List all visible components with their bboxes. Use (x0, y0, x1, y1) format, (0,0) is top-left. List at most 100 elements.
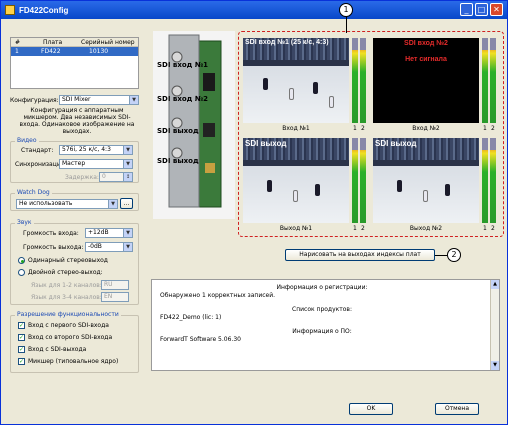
sound-group-title: Звук (15, 219, 34, 226)
chevron-down-icon[interactable]: ▼ (123, 160, 132, 168)
maximize-button[interactable]: □ (475, 3, 488, 16)
input-volume-label: Громкость входа: (23, 230, 79, 237)
level-meter (360, 138, 366, 223)
row-board: FD422 (41, 48, 61, 55)
input-volume-value: +12dB (88, 229, 109, 236)
meter-label-1: 1 (353, 125, 357, 132)
lang34-field[interactable]: EN (101, 292, 129, 302)
watchdog-group-title: Watch Dog (15, 189, 52, 196)
boards-table[interactable]: # Плата Серийный номер 1 FD422 10130 (10, 37, 139, 89)
output-volume-label: Громкость выхода: (23, 244, 84, 251)
registration-info[interactable]: Информация о регистрации: Обнаружено 1 к… (151, 279, 500, 371)
feature-checkbox[interactable]: ✓ (18, 346, 25, 353)
callout-1-leader (346, 17, 347, 33)
standard-label: Стандарт: (21, 147, 54, 154)
feature-checkbox[interactable]: ✓ (18, 334, 25, 341)
features-group-title: Разрешение функциональности (15, 311, 121, 318)
scrollbar[interactable]: ▲ ▼ (490, 280, 499, 370)
board-label-out1: SDI выход (157, 127, 199, 135)
meter-label-2: 2 (491, 225, 495, 232)
col-board[interactable]: Плата (43, 39, 62, 46)
feature-checkbox[interactable]: ✓ (18, 358, 25, 365)
callout-2: 2 (447, 248, 461, 262)
double-stereo-label[interactable]: Двойной стерео-выход: (28, 269, 103, 276)
preview-overlay-in1: SDI вход №1 (25 к/с, 4:3) (245, 39, 329, 46)
delay-spinner[interactable]: 0 ↕ (99, 172, 133, 182)
output-volume-select[interactable]: -0dB ▼ (85, 242, 133, 252)
input-volume-select[interactable]: +12dB ▼ (85, 228, 133, 238)
reg-line5: Информация о ПО: (292, 328, 352, 335)
watchdog-select[interactable]: Не использовать ▼ (16, 199, 118, 209)
close-button[interactable]: ✕ (490, 3, 503, 16)
preview-overlay-out2: SDI выход (375, 139, 417, 148)
lang34-label: Язык для 3-4 каналов: (31, 294, 102, 301)
level-meter (482, 138, 488, 223)
reg-line1: Информация о регистрации: (276, 284, 368, 291)
preview-caption: Вход №1 (282, 125, 310, 132)
row-num: 1 (15, 48, 19, 55)
watchdog-more-button[interactable]: ... (120, 198, 133, 209)
output-volume-value: -0dB (88, 243, 102, 250)
chevron-down-icon[interactable]: ▼ (123, 146, 132, 154)
meter-label-2: 2 (361, 225, 365, 232)
draw-index-button[interactable]: Нарисовать на выходах индексы плат (285, 249, 435, 261)
spinner-arrows-icon[interactable]: ↕ (123, 173, 132, 181)
standard-select[interactable]: 576i, 25 к/с, 4:3 ▼ (59, 145, 133, 155)
board-illustration (168, 34, 222, 208)
lang12-field[interactable]: RU (101, 280, 129, 290)
preview-caption: Вход №2 (412, 125, 440, 132)
video-group-title: Видео (15, 137, 39, 144)
meter-label-1: 1 (483, 125, 487, 132)
preview-overlay-out1: SDI выход (245, 139, 287, 148)
feature-label[interactable]: Вход с первого SDI-входа (28, 322, 109, 329)
board-label-in1: SDI вход №1 (157, 61, 209, 69)
reg-line6: ForwardT Software 5.06.30 (160, 336, 241, 343)
config-select[interactable]: SDI Mixer ▼ (59, 95, 139, 105)
level-meter (352, 38, 358, 123)
chevron-down-icon[interactable]: ▼ (123, 229, 132, 237)
col-serial[interactable]: Серийный номер (81, 39, 135, 46)
col-num[interactable]: # (15, 39, 20, 46)
preview-output2: SDI выход (373, 138, 479, 223)
sync-select[interactable]: Мастер ▼ (59, 159, 133, 169)
chevron-down-icon[interactable]: ▼ (123, 243, 132, 251)
chevron-down-icon[interactable]: ▼ (108, 200, 117, 208)
minimize-button[interactable]: _ (460, 3, 473, 16)
level-meter (482, 38, 488, 123)
meter-label-1: 1 (483, 225, 487, 232)
scroll-down-icon[interactable]: ▼ (491, 361, 499, 370)
ok-button[interactable]: OK (349, 403, 393, 415)
feature-label[interactable]: Микшер (типовальное ядро) (28, 358, 118, 365)
config-description: Конфигурация с аппаратным микшером. Два … (19, 107, 135, 135)
reg-line2: Обнаружено 1 корректных записей. (160, 292, 276, 299)
row-serial: 10130 (89, 48, 109, 55)
preview-caption: Выход №1 (279, 225, 313, 232)
single-stereo-label[interactable]: Одинарный стереовыход (28, 257, 108, 264)
app-icon (5, 5, 15, 15)
double-stereo-radio[interactable] (18, 269, 25, 276)
preview-overlay-in2: SDI вход №2 (404, 40, 448, 47)
meter-label-2: 2 (491, 125, 495, 132)
feature-label[interactable]: Вход со второго SDI-входа (28, 334, 112, 341)
cancel-button[interactable]: Отмена (435, 403, 479, 415)
watchdog-select-value: Не использовать (19, 200, 73, 207)
table-row[interactable]: 1 FD422 10130 (11, 47, 138, 56)
feature-checkbox[interactable]: ✓ (18, 322, 25, 329)
standard-select-value: 576i, 25 к/с, 4:3 (62, 146, 111, 153)
scroll-up-icon[interactable]: ▲ (491, 280, 499, 289)
title-bar[interactable]: FD422Config _ □ ✕ (1, 1, 507, 19)
chevron-down-icon[interactable]: ▼ (129, 96, 138, 104)
level-meter (352, 138, 358, 223)
level-meter (490, 38, 496, 123)
delay-label: Задержка: (65, 174, 99, 181)
lang12-value: RU (104, 281, 113, 288)
single-stereo-radio[interactable] (18, 257, 25, 264)
preview-input1: SDI вход №1 (25 к/с, 4:3) (243, 38, 349, 123)
config-label: Конфигурация: (10, 97, 59, 104)
window-title: FD422Config (19, 5, 69, 15)
feature-label[interactable]: Вход с SDI-выхода (28, 346, 86, 353)
level-meter (490, 138, 496, 223)
meter-label-1: 1 (353, 225, 357, 232)
no-signal-text: Нет сигнала (405, 56, 447, 63)
callout-1: 1 (339, 3, 353, 17)
